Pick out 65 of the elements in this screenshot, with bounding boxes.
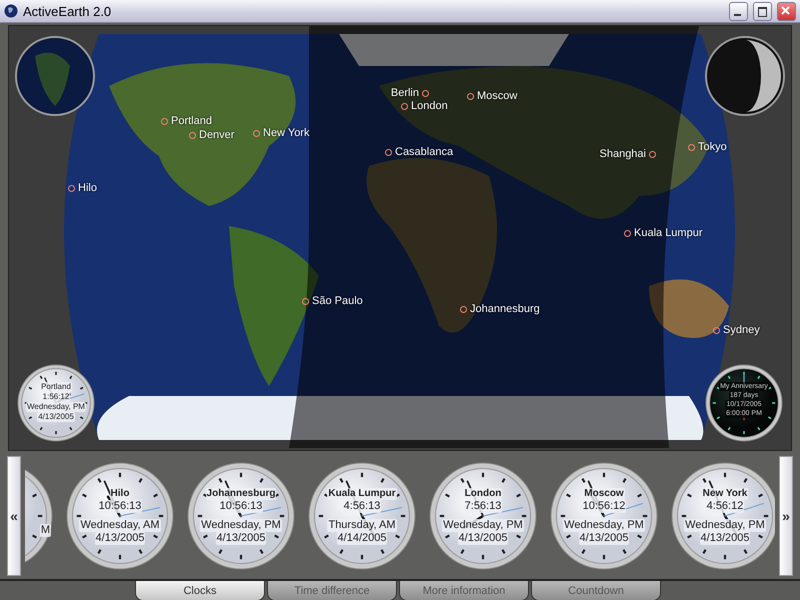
clock-time: 4:56:12 [706,500,744,513]
city-marker [401,102,408,110]
clock-time: 10:56:13 [218,500,264,513]
city-label: Casablanca [395,146,454,158]
clock-city: New York [702,488,748,500]
clock-city: Kuala Lumpur [327,488,397,500]
clock-day: Thursday, AM [327,519,397,532]
city-label: Shanghai [600,148,646,160]
clock-day: Wednesday, PM [200,519,282,532]
globe-icon [4,4,18,18]
city-label: Moscow [477,90,518,102]
clock-date: 4/13/2005 [700,532,750,545]
city-marker [189,132,196,138]
clock-city: Johannesburg [206,488,276,500]
clock-date: 4/14/2005 [336,532,388,545]
clock-day: M [40,524,51,537]
clock-day: Wednesday, PM [684,519,766,532]
scroll-left-button[interactable]: « [7,456,21,576]
city-label: Kuala Lumpur [634,227,702,239]
close-button[interactable] [777,2,796,20]
city-marker [161,118,168,124]
tab[interactable]: Clocks [135,581,265,600]
city-label: Denver [199,129,234,141]
minimize-button[interactable] [729,2,748,20]
city-label: Sydney [723,324,760,336]
clock-date: 4/13/2005 [578,532,630,545]
city-label: New York [263,127,310,139]
clock-city: Portland [40,382,72,392]
city-marker [253,130,260,136]
city-marker [302,298,309,304]
city-label: Portland [171,115,212,127]
clock-city: London [464,488,502,500]
clock-day: Wednesday, PM [563,519,645,532]
city-label: Tokyo [698,141,727,153]
clock-date: 4/13/2005 [94,532,146,545]
city-label: Berlin [390,87,419,99]
city-label: São Paulo [312,295,363,307]
city-label: Hilo [78,182,97,194]
clock-time: 10:56:13 [98,500,142,513]
city-marker [460,306,467,312]
clock-time: 4:56:13 [342,500,382,513]
city-marker [422,90,429,96]
clock-city: Hilo [110,488,130,500]
city-marker [688,144,695,150]
clock-time: 7:56:13 [464,500,502,513]
clock-time: 1:56:12 [42,392,70,402]
city-marker [713,326,720,334]
city-marker [385,148,392,156]
city-marker [649,150,656,158]
city-label: Johannesburg [470,303,540,315]
city-marker [624,230,631,236]
scroll-right-button[interactable]: » [779,456,793,576]
maximize-button[interactable] [753,2,772,20]
city-marker [68,184,75,192]
clock-city: Moscow [583,488,625,500]
clock-date: 4/13/2005 [37,412,75,422]
clock-day: Wednesday, PM [442,519,524,532]
clock-day: Wednesday, AM [79,519,161,532]
city-label: London [411,100,448,112]
clock-date: 4/13/2005 [216,532,266,545]
clock-date: 4/13/2005 [458,532,508,545]
clock-day: Wednesday, PM [26,402,86,412]
clock-time: 10:56:12 [582,500,626,513]
city-marker [467,92,474,100]
window-title: ActiveEarth 2.0 [23,4,112,18]
